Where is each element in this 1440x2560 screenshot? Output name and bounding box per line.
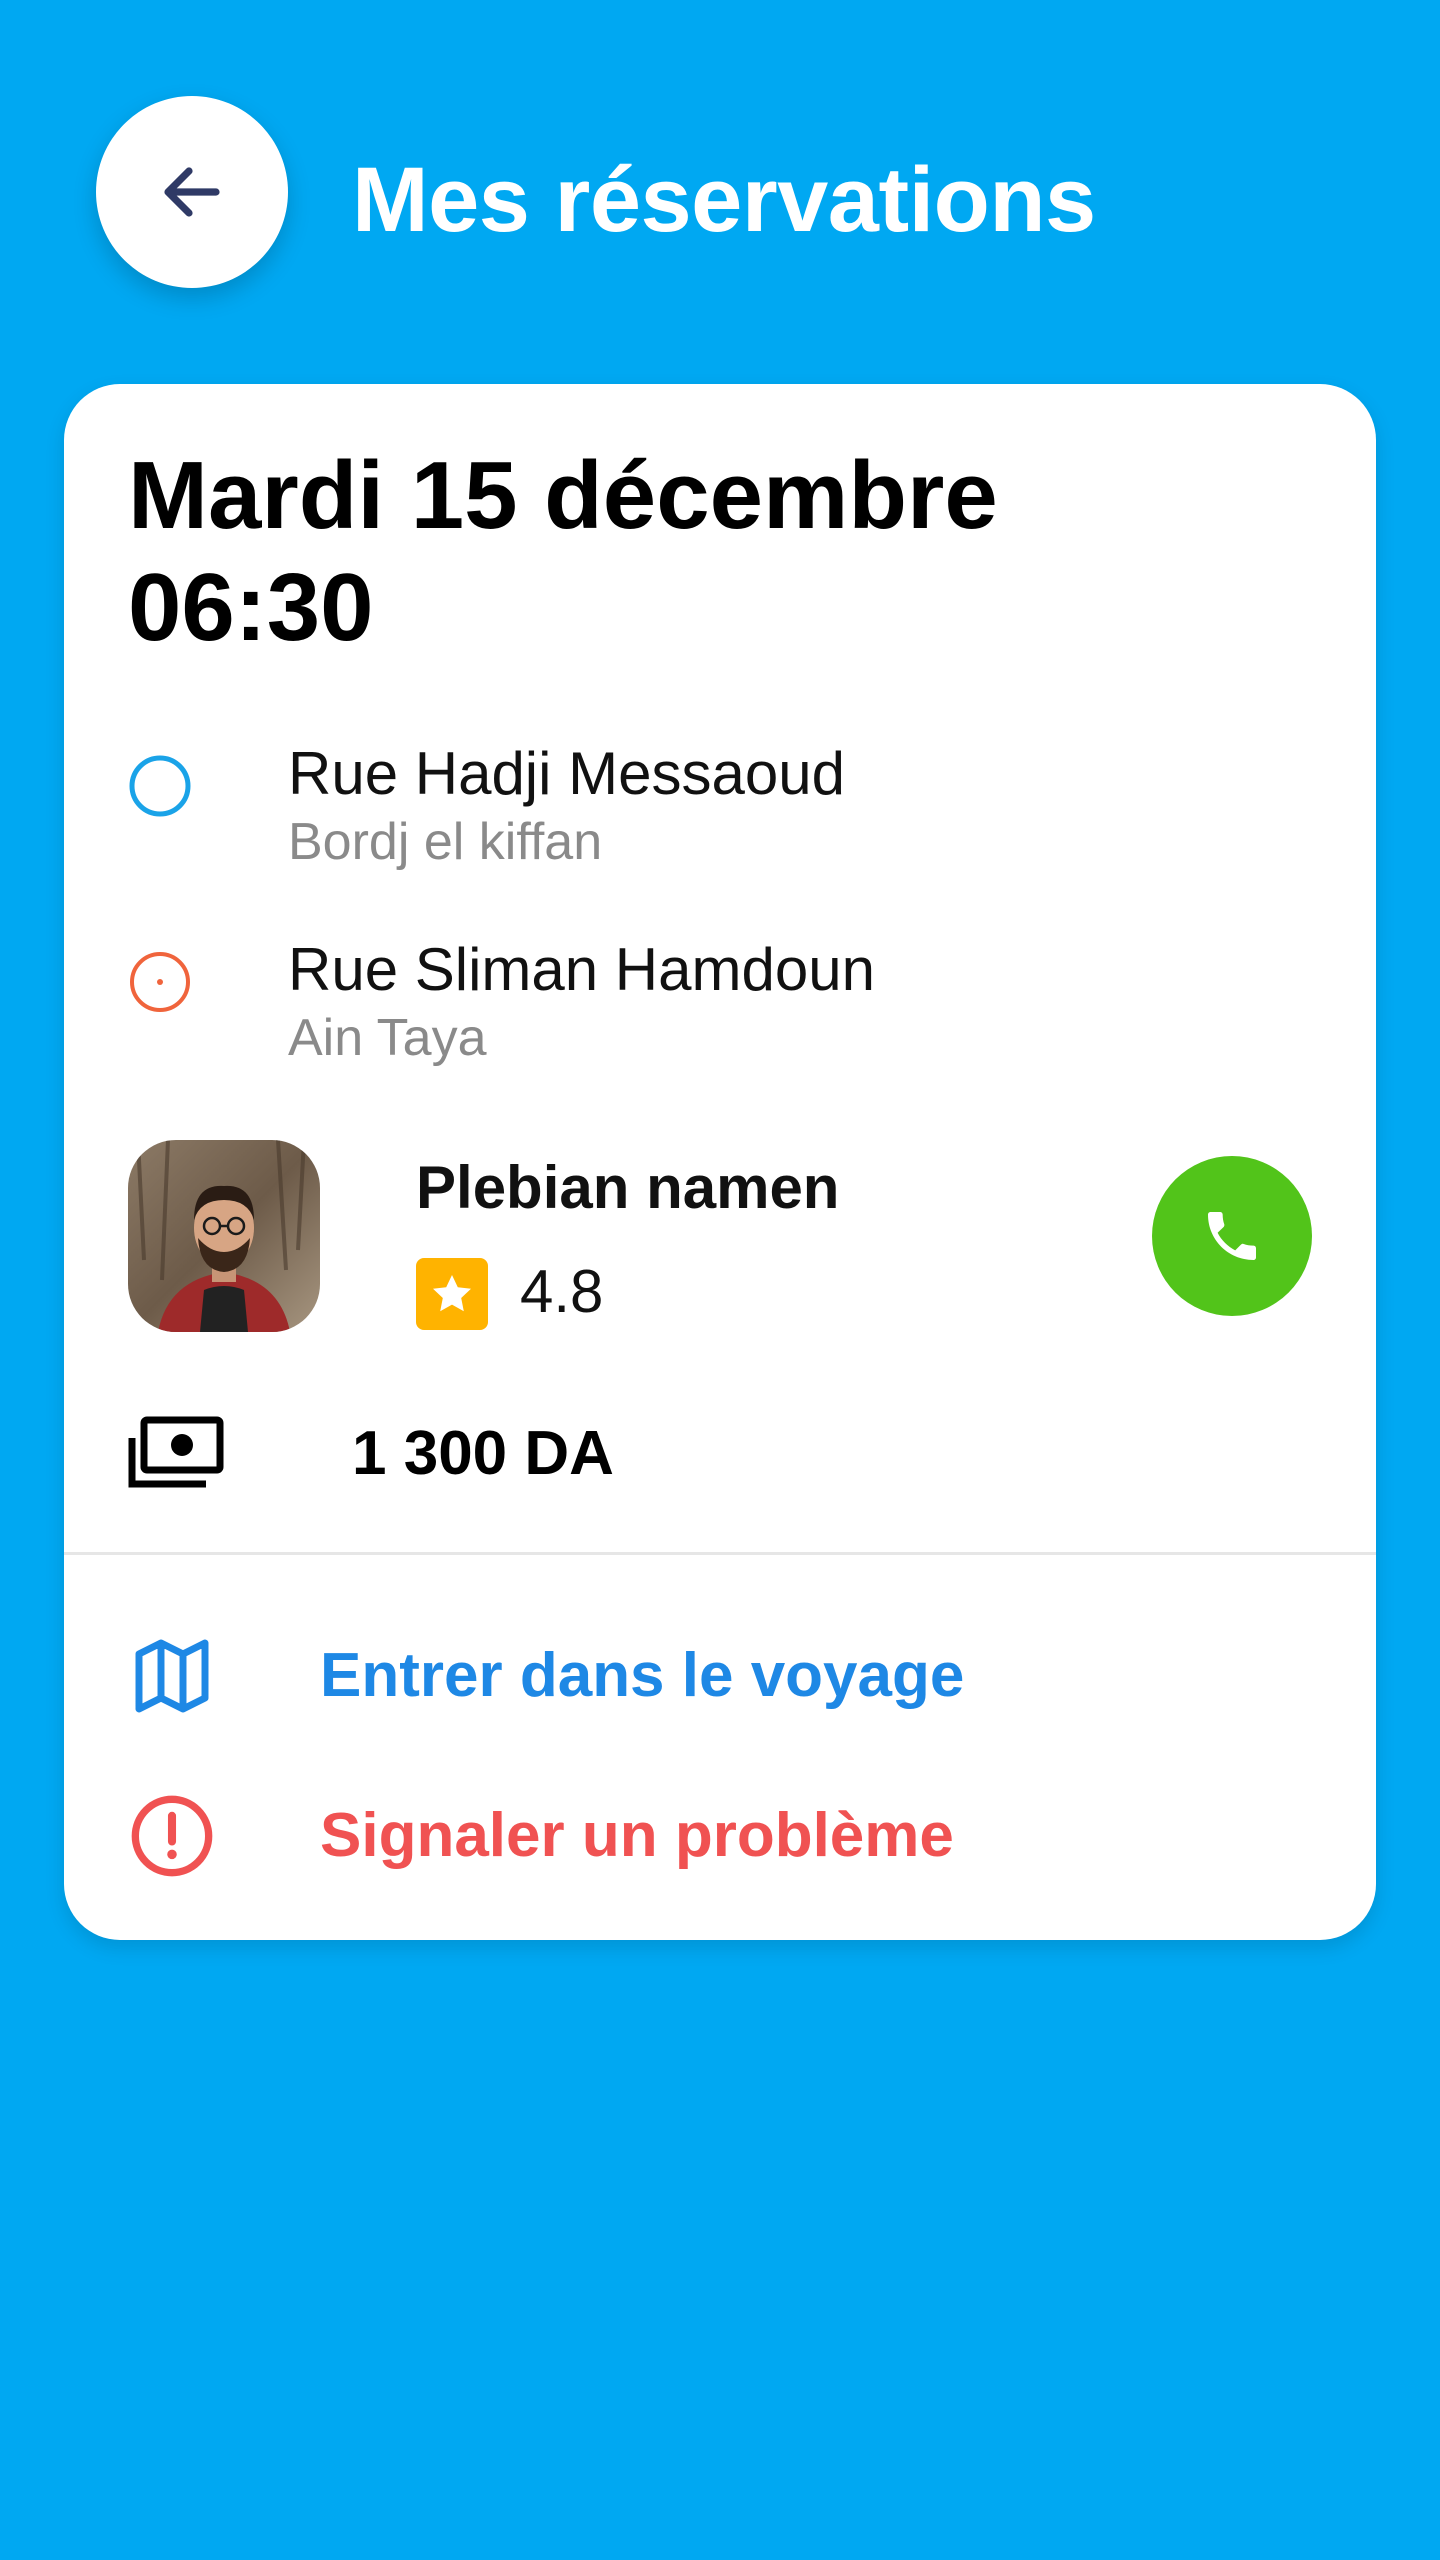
trip-date: Mardi 15 décembre: [128, 442, 998, 549]
report-problem-label: Signaler un problème: [320, 1801, 954, 1870]
pickup-area: Bordj el kiffan: [288, 813, 603, 871]
enter-trip-button[interactable]: Entrer dans le voyage: [128, 1616, 1312, 1728]
alert-circle-icon: [131, 1795, 213, 1877]
reservations-screen: Mes réservations Mardi 15 décembre 06:30…: [0, 0, 1440, 2560]
dropoff-street: Rue Sliman Hamdoun: [288, 936, 875, 1003]
driver-avatar: [128, 1140, 320, 1332]
price-row: 1 300 DA: [128, 1400, 1028, 1500]
arrow-left-icon: [164, 167, 220, 217]
driver-row: Plebian namen 4.8: [128, 1140, 1312, 1336]
trip-price: 1 300 DA: [352, 1419, 614, 1488]
page-title: Mes réservations: [352, 149, 1096, 251]
pickup-marker-icon: [129, 755, 191, 817]
dropoff-area: Ain Taya: [288, 1009, 487, 1067]
dropoff-stop: Rue Sliman Hamdoun Ain Taya: [128, 930, 1308, 1080]
dropoff-marker-icon: [130, 952, 190, 1012]
trip-time: 06:30: [128, 554, 374, 661]
enter-trip-label: Entrer dans le voyage: [320, 1641, 965, 1710]
pickup-stop: Rue Hadji Messaoud Bordj el kiffan: [128, 734, 1308, 884]
driver-rating: 4.8: [520, 1258, 604, 1325]
back-button[interactable]: [96, 96, 288, 288]
trip-datetime: Mardi 15 décembre 06:30: [128, 440, 1228, 664]
report-problem-button[interactable]: Signaler un problème: [128, 1776, 1312, 1888]
driver-name: Plebian namen: [416, 1154, 840, 1221]
star-icon: [416, 1258, 488, 1330]
booking-card: Mardi 15 décembre 06:30 Rue Hadji Messao…: [64, 384, 1376, 1940]
money-icon: [128, 1416, 224, 1488]
pickup-street: Rue Hadji Messaoud: [288, 740, 845, 807]
card-divider: [64, 1552, 1376, 1555]
map-icon: [135, 1639, 209, 1713]
call-driver-button[interactable]: [1152, 1156, 1312, 1316]
phone-icon: [1208, 1212, 1256, 1260]
